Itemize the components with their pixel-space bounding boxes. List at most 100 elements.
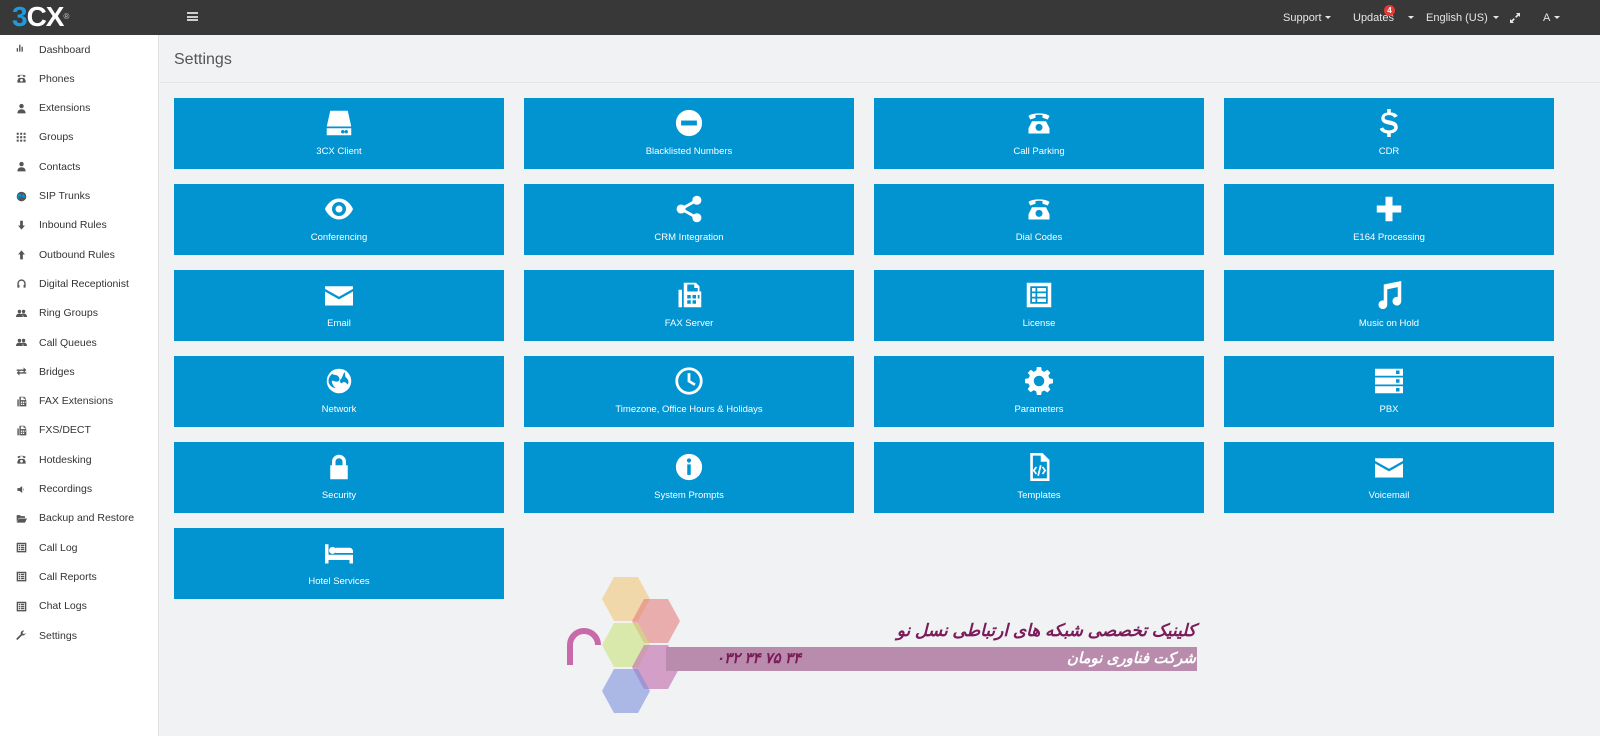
sidebar-item-phones[interactable]: Phones xyxy=(0,64,159,93)
sidebar-item-label: FAX Extensions xyxy=(39,395,114,408)
dollar-icon xyxy=(1224,109,1554,137)
list-alt-icon xyxy=(15,571,27,583)
bar-chart-icon xyxy=(15,44,27,56)
settings-tile-parameters[interactable]: Parameters xyxy=(874,356,1204,427)
tile-label: Email xyxy=(327,318,351,329)
sidebar-item-label: Settings xyxy=(39,629,77,642)
settings-tile-voicemail[interactable]: Voicemail xyxy=(1224,442,1554,513)
server-icon xyxy=(1224,367,1554,395)
sidebar-item-digital-receptionist[interactable]: Digital Receptionist xyxy=(0,269,159,298)
sidebar-item-sip-trunks[interactable]: SIP Trunks xyxy=(0,182,159,211)
settings-tile-call-parking[interactable]: Call Parking xyxy=(874,98,1204,169)
wrench-icon xyxy=(15,630,27,642)
tile-label: PBX xyxy=(1379,404,1399,415)
tile-label: E164 Processing xyxy=(1353,232,1425,243)
sidebar-toggle-icon[interactable] xyxy=(187,12,198,21)
page-title: Settings xyxy=(174,51,232,68)
sidebar-item-dashboard[interactable]: Dashboard xyxy=(0,35,159,64)
phone-icon xyxy=(15,73,27,85)
settings-tile-pbx[interactable]: PBX xyxy=(1224,356,1554,427)
phone-icon xyxy=(15,454,27,466)
settings-tile-network[interactable]: Network xyxy=(174,356,504,427)
sidebar-item-label: Contacts xyxy=(39,160,81,173)
settings-tile-license[interactable]: License xyxy=(874,270,1204,341)
settings-tile-security[interactable]: Security xyxy=(174,442,504,513)
sidebar-item-outbound-rules[interactable]: Outbound Rules xyxy=(0,240,159,269)
tile-label: License xyxy=(1022,318,1056,329)
settings-tile-fax-server[interactable]: FAX Server xyxy=(524,270,854,341)
file-code-icon xyxy=(874,453,1204,481)
sidebar: Dashboard Phones Extensions Groups Contacts S… xyxy=(0,35,159,736)
sidebar-item-call-log[interactable]: Call Log xyxy=(0,533,159,562)
sidebar-item-fax-extensions[interactable]: FAX Extensions xyxy=(0,387,159,416)
folder-open-icon xyxy=(15,512,27,524)
sidebar-item-label: Phones xyxy=(39,72,75,85)
eye-icon xyxy=(174,195,504,223)
3cx-logo[interactable]: 3CX® xyxy=(12,1,69,33)
sidebar-item-fxs-dect[interactable]: FXS/DECT xyxy=(0,416,159,445)
caret-down-icon xyxy=(1324,16,1331,19)
user-menu[interactable]: A xyxy=(1543,0,1561,35)
language-menu[interactable]: English (US) xyxy=(1426,0,1499,35)
tile-label: Network xyxy=(321,404,357,415)
sidebar-item-call-queues[interactable]: Call Queues xyxy=(0,328,159,357)
settings-tile-3cx-client[interactable]: 3CX Client xyxy=(174,98,504,169)
sidebar-item-label: Call Reports xyxy=(39,570,97,583)
settings-tile-hotel-services[interactable]: Hotel Services xyxy=(174,528,504,599)
gear-icon xyxy=(874,367,1204,395)
logo-letters: CX xyxy=(26,1,65,32)
settings-tile-dial-codes[interactable]: Dial Codes xyxy=(874,184,1204,255)
settings-tile-music-on-hold[interactable]: Music on Hold xyxy=(1224,270,1554,341)
sidebar-item-label: Chat Logs xyxy=(39,600,87,613)
sidebar-item-hotdesking[interactable]: Hotdesking xyxy=(0,445,159,474)
tile-label: Voicemail xyxy=(1368,490,1410,501)
users-icon xyxy=(15,337,27,349)
settings-tile-email[interactable]: Email xyxy=(174,270,504,341)
clock-icon xyxy=(524,367,854,395)
bed-icon xyxy=(174,539,504,567)
watermark: کلینیک تخصصی شبکه های ارتباطی نسل نو شرک… xyxy=(566,577,1206,717)
tile-label: FAX Server xyxy=(664,318,714,329)
tile-label: Blacklisted Numbers xyxy=(645,146,733,157)
settings-tile-crm-integration[interactable]: CRM Integration xyxy=(524,184,854,255)
sidebar-item-ring-groups[interactable]: Ring Groups xyxy=(0,299,159,328)
tile-label: CDR xyxy=(1378,146,1400,157)
sidebar-item-backup-and-restore[interactable]: Backup and Restore xyxy=(0,504,159,533)
sidebar-item-recordings[interactable]: Recordings xyxy=(0,475,159,504)
sidebar-item-chat-logs[interactable]: Chat Logs xyxy=(0,592,159,621)
updates-badge: 4 xyxy=(1384,5,1395,16)
sidebar-item-label: Call Log xyxy=(39,541,78,554)
settings-tile-e164-processing[interactable]: E164 Processing xyxy=(1224,184,1554,255)
tile-label: Templates xyxy=(1017,490,1061,501)
expand-icon xyxy=(1510,12,1520,23)
user-icon xyxy=(15,161,27,173)
sidebar-item-groups[interactable]: Groups xyxy=(0,123,159,152)
settings-tile-system-prompts[interactable]: System Prompts xyxy=(524,442,854,513)
fax-icon xyxy=(15,424,27,436)
tile-label: Security xyxy=(321,490,357,501)
sidebar-item-call-reports[interactable]: Call Reports xyxy=(0,562,159,591)
info-circle-icon xyxy=(524,453,854,481)
fullscreen-button[interactable] xyxy=(1509,0,1521,35)
user-label: A xyxy=(1543,11,1551,24)
watermark-line2: شرکت فناوری نومان xyxy=(1066,650,1196,667)
settings-tile-cdr[interactable]: CDR xyxy=(1224,98,1554,169)
settings-tile-timezone-office-hours-holidays[interactable]: Timezone, Office Hours & Holidays xyxy=(524,356,854,427)
sidebar-item-contacts[interactable]: Contacts xyxy=(0,152,159,181)
lock-icon xyxy=(174,453,504,481)
settings-tile-blacklisted-numbers[interactable]: Blacklisted Numbers xyxy=(524,98,854,169)
settings-tile-conferencing[interactable]: Conferencing xyxy=(174,184,504,255)
sidebar-item-label: Call Queues xyxy=(39,336,97,349)
tile-label: Hotel Services xyxy=(308,576,370,587)
support-menu[interactable]: Support xyxy=(1283,0,1331,35)
tile-label: CRM Integration xyxy=(654,232,724,243)
sidebar-item-bridges[interactable]: Bridges xyxy=(0,357,159,386)
sidebar-item-extensions[interactable]: Extensions xyxy=(0,94,159,123)
sidebar-item-settings[interactable]: Settings xyxy=(0,621,159,650)
plus-icon xyxy=(1224,195,1554,223)
globe-icon xyxy=(15,190,27,202)
globe-icon xyxy=(174,367,504,395)
sidebar-item-label: SIP Trunks xyxy=(39,190,91,202)
settings-tile-templates[interactable]: Templates xyxy=(874,442,1204,513)
sidebar-item-inbound-rules[interactable]: Inbound Rules xyxy=(0,211,159,240)
